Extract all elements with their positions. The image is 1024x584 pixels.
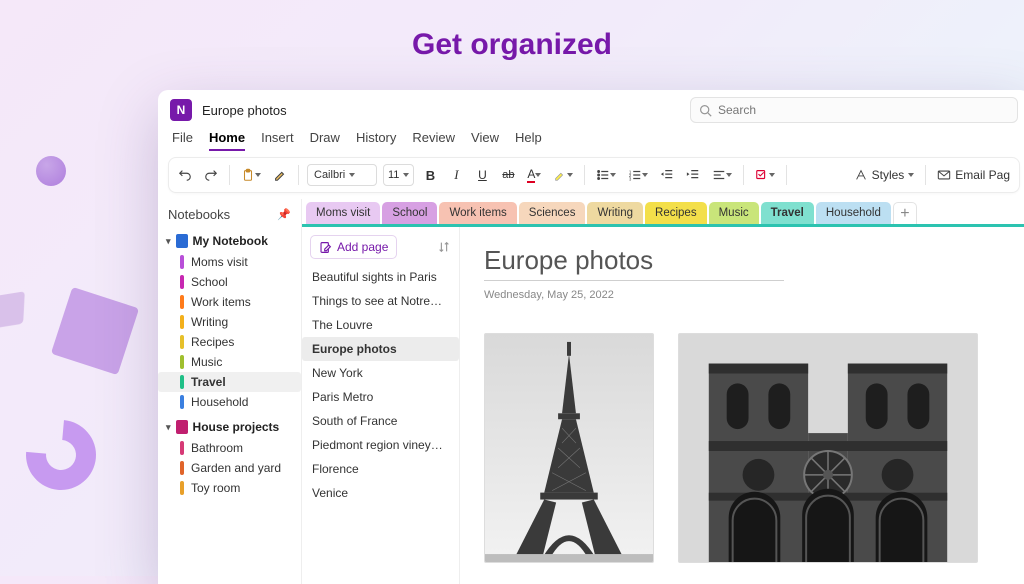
tab-music[interactable]: Music bbox=[709, 202, 759, 224]
outdent-button[interactable] bbox=[657, 163, 677, 187]
highlight-button[interactable] bbox=[550, 163, 576, 187]
tab-school[interactable]: School bbox=[382, 202, 437, 224]
section-toy-room[interactable]: Toy room bbox=[158, 478, 301, 498]
separator bbox=[786, 165, 787, 185]
email-page-button[interactable]: Email Pag bbox=[934, 163, 1013, 187]
menu-bar: File Home Insert Draw History Review View Help bbox=[158, 130, 1024, 157]
tab-writing[interactable]: Writing bbox=[587, 202, 643, 224]
menu-history[interactable]: History bbox=[356, 130, 396, 151]
page-europe-photos[interactable]: Europe photos bbox=[302, 337, 459, 361]
tab-travel[interactable]: Travel bbox=[761, 202, 814, 224]
separator bbox=[298, 165, 299, 185]
section-moms-visit[interactable]: Moms visit bbox=[158, 252, 301, 272]
decor-square bbox=[51, 287, 139, 375]
notebooks-pane: Notebooks 📌 ▾My NotebookMoms visitSchool… bbox=[158, 199, 302, 584]
tab-sciences[interactable]: Sciences bbox=[519, 202, 586, 224]
font-color-button[interactable]: A bbox=[524, 163, 544, 187]
section-writing[interactable]: Writing bbox=[158, 312, 301, 332]
page-the-louvre[interactable]: The Louvre bbox=[302, 313, 459, 337]
redo-button[interactable] bbox=[201, 163, 221, 187]
menu-help[interactable]: Help bbox=[515, 130, 542, 151]
menu-draw[interactable]: Draw bbox=[310, 130, 340, 151]
separator bbox=[229, 165, 230, 185]
pages-pane: Add page Beautiful sights in ParisThings… bbox=[302, 227, 460, 584]
decor-sphere bbox=[36, 156, 66, 186]
app-icon: N bbox=[170, 99, 192, 121]
decor-torus bbox=[12, 406, 111, 505]
notebooks-heading: Notebooks bbox=[168, 207, 230, 222]
photo-eiffel-tower[interactable] bbox=[484, 333, 654, 563]
numbering-button[interactable]: 123 bbox=[625, 163, 651, 187]
strikethrough-button[interactable]: ab bbox=[498, 163, 518, 187]
separator bbox=[743, 165, 744, 185]
page-new-york[interactable]: New York bbox=[302, 361, 459, 385]
document-title: Europe photos bbox=[202, 103, 287, 118]
tab-household[interactable]: Household bbox=[816, 202, 891, 224]
tagline: Get organized bbox=[0, 0, 1024, 62]
pin-icon[interactable]: 📌 bbox=[277, 208, 291, 221]
search-icon bbox=[699, 104, 712, 117]
page-south-of-france[interactable]: South of France bbox=[302, 409, 459, 433]
menu-insert[interactable]: Insert bbox=[261, 130, 294, 151]
svg-text:3: 3 bbox=[629, 176, 632, 181]
page-content: Europe photos Wednesday, May 25, 2022 bbox=[460, 227, 1024, 584]
section-household[interactable]: Household bbox=[158, 392, 301, 412]
notebook-my-notebook[interactable]: ▾My Notebook bbox=[158, 230, 301, 252]
styles-button[interactable]: Styles bbox=[851, 163, 918, 187]
section-travel[interactable]: Travel bbox=[158, 372, 301, 392]
tab-moms-visit[interactable]: Moms visit bbox=[306, 202, 380, 224]
add-page-icon bbox=[319, 241, 332, 254]
italic-button[interactable]: I bbox=[446, 163, 466, 187]
page-piedmont-region-vineyards[interactable]: Piedmont region vineyards bbox=[302, 433, 459, 457]
paste-button[interactable] bbox=[238, 163, 264, 187]
underline-button[interactable]: U bbox=[472, 163, 492, 187]
search-placeholder: Search bbox=[718, 103, 756, 117]
ribbon: Cailbri 11 B I U ab A 123 Styles Email P… bbox=[168, 157, 1020, 193]
page-beautiful-sights-in-paris[interactable]: Beautiful sights in Paris bbox=[302, 265, 459, 289]
menu-file[interactable]: File bbox=[172, 130, 193, 151]
workspace: Notebooks 📌 ▾My NotebookMoms visitSchool… bbox=[158, 199, 1024, 584]
section-school[interactable]: School bbox=[158, 272, 301, 292]
font-name-select[interactable]: Cailbri bbox=[307, 164, 377, 186]
app-window: N Europe photos Search File Home Insert Dra… bbox=[158, 90, 1024, 584]
page-venice[interactable]: Venice bbox=[302, 481, 459, 505]
separator bbox=[925, 165, 926, 185]
indent-button[interactable] bbox=[683, 163, 703, 187]
tab-work-items[interactable]: Work items bbox=[439, 202, 516, 224]
section-garden-and-yard[interactable]: Garden and yard bbox=[158, 458, 301, 478]
page-title[interactable]: Europe photos bbox=[484, 245, 784, 281]
menu-home[interactable]: Home bbox=[209, 130, 245, 151]
search-input[interactable]: Search bbox=[690, 97, 1018, 123]
page-paris-metro[interactable]: Paris Metro bbox=[302, 385, 459, 409]
tab-recipes[interactable]: Recipes bbox=[645, 202, 707, 224]
photo-notre-dame[interactable] bbox=[678, 333, 978, 563]
section-bathroom[interactable]: Bathroom bbox=[158, 438, 301, 458]
section-recipes[interactable]: Recipes bbox=[158, 332, 301, 352]
decor-cube bbox=[0, 291, 25, 328]
bullets-button[interactable] bbox=[593, 163, 619, 187]
page-things-to-see-at-notre-[interactable]: Things to see at Notre… bbox=[302, 289, 459, 313]
menu-view[interactable]: View bbox=[471, 130, 499, 151]
section-work-items[interactable]: Work items bbox=[158, 292, 301, 312]
center-column: Moms visitSchoolWork itemsSciencesWritin… bbox=[302, 199, 1024, 584]
separator bbox=[584, 165, 585, 185]
todo-tag-button[interactable] bbox=[752, 163, 778, 187]
font-size-select[interactable]: 11 bbox=[383, 164, 414, 186]
page-date: Wednesday, May 25, 2022 bbox=[484, 289, 1006, 301]
add-section-button[interactable]: + bbox=[893, 202, 917, 224]
page-florence[interactable]: Florence bbox=[302, 457, 459, 481]
add-page-button[interactable]: Add page bbox=[310, 235, 397, 259]
section-music[interactable]: Music bbox=[158, 352, 301, 372]
align-button[interactable] bbox=[709, 163, 735, 187]
menu-review[interactable]: Review bbox=[412, 130, 455, 151]
title-bar: N Europe photos Search bbox=[158, 90, 1024, 130]
section-tabstrip: Moms visitSchoolWork itemsSciencesWritin… bbox=[302, 199, 1024, 227]
bold-button[interactable]: B bbox=[420, 163, 440, 187]
notebook-house-projects[interactable]: ▾House projects bbox=[158, 416, 301, 438]
sort-icon[interactable] bbox=[437, 240, 451, 254]
format-painter-button[interactable] bbox=[270, 163, 290, 187]
undo-button[interactable] bbox=[175, 163, 195, 187]
